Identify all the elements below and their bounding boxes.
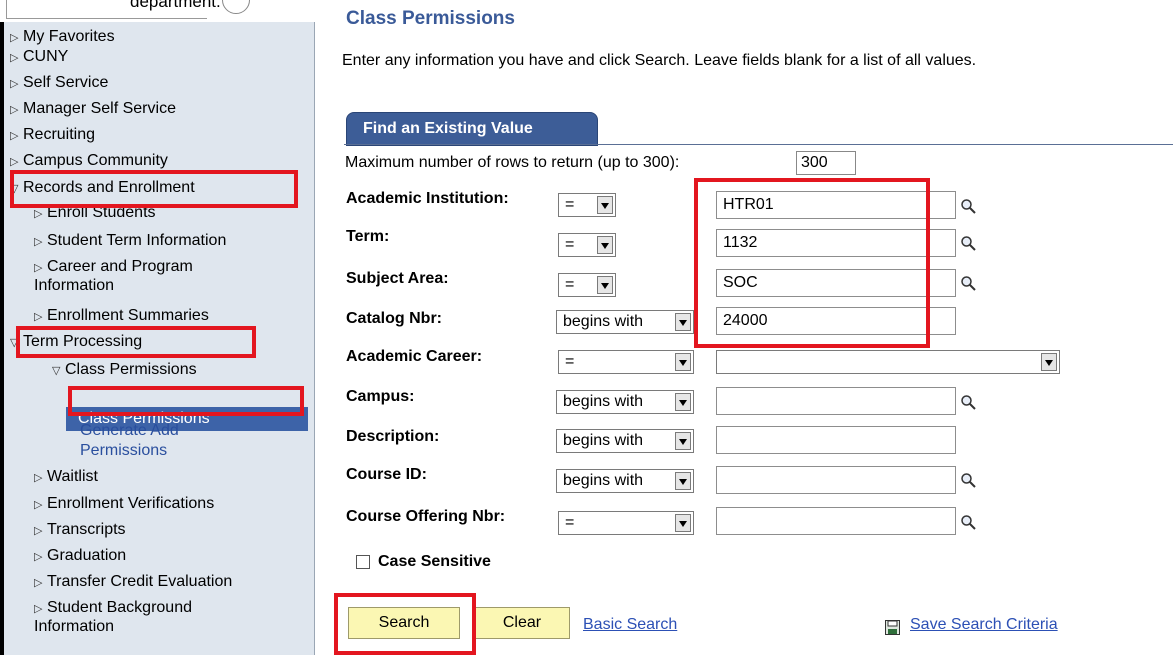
dropdown-arrow-icon bbox=[597, 276, 613, 294]
triangle-right-icon: ▷ bbox=[34, 551, 43, 563]
lookup-magnifier-icon[interactable] bbox=[960, 394, 976, 410]
triangle-right-icon: ▷ bbox=[34, 577, 43, 589]
academic-career-select[interactable] bbox=[716, 350, 1060, 374]
lookup-magnifier-icon[interactable] bbox=[960, 198, 976, 214]
triangle-down-icon: ▽ bbox=[10, 337, 19, 349]
nav-item-student-background-information[interactable]: ▷ Student Background Information bbox=[34, 599, 274, 636]
nav-item-manager-self-service[interactable]: ▷ Manager Self Service bbox=[10, 100, 176, 119]
course-offering-nbr-operator[interactable]: = bbox=[558, 511, 694, 535]
dropdown-arrow-icon bbox=[675, 313, 691, 331]
catalog-nbr-label: Catalog Nbr: bbox=[346, 310, 442, 327]
nav-item-records-and-enrollment[interactable]: ▽ Records and Enrollment bbox=[10, 179, 195, 198]
academic-institution-input[interactable] bbox=[716, 191, 956, 219]
nav-item-student-term-information[interactable]: ▷ Student Term Information bbox=[34, 232, 226, 251]
nav-item-enroll-students[interactable]: ▷ Enroll Students bbox=[34, 204, 156, 223]
catalog-nbr-operator[interactable]: begins with bbox=[556, 310, 694, 334]
course-id-operator[interactable]: begins with bbox=[556, 469, 694, 493]
instructions-text: Enter any information you have and click… bbox=[342, 52, 977, 69]
main-content: Class Permissions Enter any information … bbox=[326, 0, 1173, 655]
triangle-right-icon: ▷ bbox=[34, 311, 43, 323]
nav-item-class-permissions-folder[interactable]: ▽ Class Permissions bbox=[52, 361, 197, 380]
triangle-down-icon: ▽ bbox=[52, 365, 61, 377]
academic-institution-label: Academic Institution: bbox=[346, 190, 509, 207]
triangle-right-icon: ▷ bbox=[34, 236, 43, 248]
lookup-magnifier-icon[interactable] bbox=[960, 514, 976, 530]
campus-label: Campus: bbox=[346, 388, 415, 405]
triangle-right-icon: ▷ bbox=[34, 603, 43, 615]
academic-institution-operator[interactable]: = bbox=[558, 193, 616, 217]
lookup-magnifier-icon[interactable] bbox=[960, 275, 976, 291]
dropdown-arrow-icon bbox=[675, 472, 691, 490]
clear-button[interactable]: Clear bbox=[474, 607, 570, 639]
subject-area-label: Subject Area: bbox=[346, 270, 449, 287]
nav-item-career-and-program-information[interactable]: ▷ Career and Program Information bbox=[34, 258, 274, 295]
dropdown-arrow-icon bbox=[597, 236, 613, 254]
dropdown-arrow-icon bbox=[675, 353, 691, 371]
course-offering-nbr-input[interactable] bbox=[716, 507, 956, 535]
triangle-down-icon: ▽ bbox=[10, 183, 19, 195]
nav-item-cuny[interactable]: ▷ CUNY bbox=[10, 48, 68, 67]
tab-find-existing-value[interactable]: Find an Existing Value bbox=[346, 112, 598, 146]
nav-item-transcripts[interactable]: ▷ Transcripts bbox=[34, 521, 126, 540]
lookup-magnifier-icon[interactable] bbox=[960, 235, 976, 251]
max-rows-input[interactable] bbox=[796, 151, 856, 175]
top-circle-button[interactable] bbox=[222, 0, 250, 14]
description-operator[interactable]: begins with bbox=[556, 429, 694, 453]
case-sensitive-checkbox[interactable] bbox=[356, 555, 370, 569]
academic-career-label: Academic Career: bbox=[346, 348, 483, 365]
catalog-nbr-input[interactable] bbox=[716, 307, 956, 335]
course-offering-nbr-label: Course Offering Nbr: bbox=[346, 508, 506, 525]
nav-link-generate-add-permissions[interactable]: Generate Add Permissions bbox=[80, 421, 250, 461]
basic-search-link[interactable]: Basic Search bbox=[583, 616, 677, 634]
nav-item-my-favorites[interactable]: ▷ My Favorites bbox=[10, 28, 115, 47]
left-navigation: ▷ My Favorites ▷ CUNY ▷ Self Service ▷ Manag… bbox=[0, 22, 315, 655]
lookup-magnifier-icon[interactable] bbox=[960, 472, 976, 488]
nav-item-self-service[interactable]: ▷ Self Service bbox=[10, 74, 108, 93]
case-sensitive-label: Case Sensitive bbox=[378, 553, 491, 570]
triangle-right-icon: ▷ bbox=[34, 472, 43, 484]
top-search-box[interactable] bbox=[6, 0, 207, 19]
term-operator[interactable]: = bbox=[558, 233, 616, 257]
description-label: Description: bbox=[346, 428, 440, 445]
campus-input[interactable] bbox=[716, 387, 956, 415]
triangle-right-icon: ▷ bbox=[10, 78, 19, 90]
academic-career-operator[interactable]: = bbox=[558, 350, 694, 374]
search-button[interactable]: Search bbox=[348, 607, 460, 639]
triangle-right-icon: ▷ bbox=[34, 208, 43, 220]
nav-item-enrollment-verifications[interactable]: ▷ Enrollment Verifications bbox=[34, 495, 214, 514]
nav-item-recruiting[interactable]: ▷ Recruiting bbox=[10, 126, 95, 145]
dropdown-arrow-icon bbox=[675, 432, 691, 450]
triangle-right-icon: ▷ bbox=[10, 156, 19, 168]
tab-divider bbox=[344, 144, 1173, 145]
dropdown-arrow-icon bbox=[675, 393, 691, 411]
triangle-right-icon: ▷ bbox=[34, 525, 43, 537]
nav-item-waitlist[interactable]: ▷ Waitlist bbox=[34, 468, 98, 487]
max-rows-label: Maximum number of rows to return (up to … bbox=[345, 154, 680, 171]
dropdown-arrow-icon bbox=[1041, 353, 1057, 371]
nav-item-graduation[interactable]: ▷ Graduation bbox=[34, 547, 126, 566]
course-id-label: Course ID: bbox=[346, 466, 427, 483]
nav-item-campus-community[interactable]: ▷ Campus Community bbox=[10, 152, 168, 171]
save-search-criteria-link[interactable]: Save Search Criteria bbox=[910, 616, 1058, 634]
description-input[interactable] bbox=[716, 426, 956, 454]
triangle-right-icon: ▷ bbox=[34, 262, 43, 274]
triangle-right-icon: ▷ bbox=[10, 130, 19, 142]
subject-area-input[interactable] bbox=[716, 269, 956, 297]
campus-operator[interactable]: begins with bbox=[556, 390, 694, 414]
page-title: Class Permissions bbox=[346, 8, 515, 29]
course-id-input[interactable] bbox=[716, 466, 956, 494]
subject-area-operator[interactable]: = bbox=[558, 273, 616, 297]
dropdown-arrow-icon bbox=[675, 514, 691, 532]
nav-item-enrollment-summaries[interactable]: ▷ Enrollment Summaries bbox=[34, 307, 209, 326]
triangle-right-icon: ▷ bbox=[10, 52, 19, 64]
nav-item-term-processing[interactable]: ▽ Term Processing bbox=[10, 333, 142, 352]
term-label: Term: bbox=[346, 228, 390, 245]
dropdown-arrow-icon bbox=[597, 196, 613, 214]
nav-item-transfer-credit-evaluation[interactable]: ▷ Transfer Credit Evaluation bbox=[34, 573, 232, 592]
save-disk-icon[interactable] bbox=[885, 620, 900, 635]
term-input[interactable] bbox=[716, 229, 956, 257]
triangle-right-icon: ▷ bbox=[34, 499, 43, 511]
triangle-right-icon: ▷ bbox=[10, 104, 19, 116]
triangle-right-icon: ▷ bbox=[10, 32, 19, 44]
